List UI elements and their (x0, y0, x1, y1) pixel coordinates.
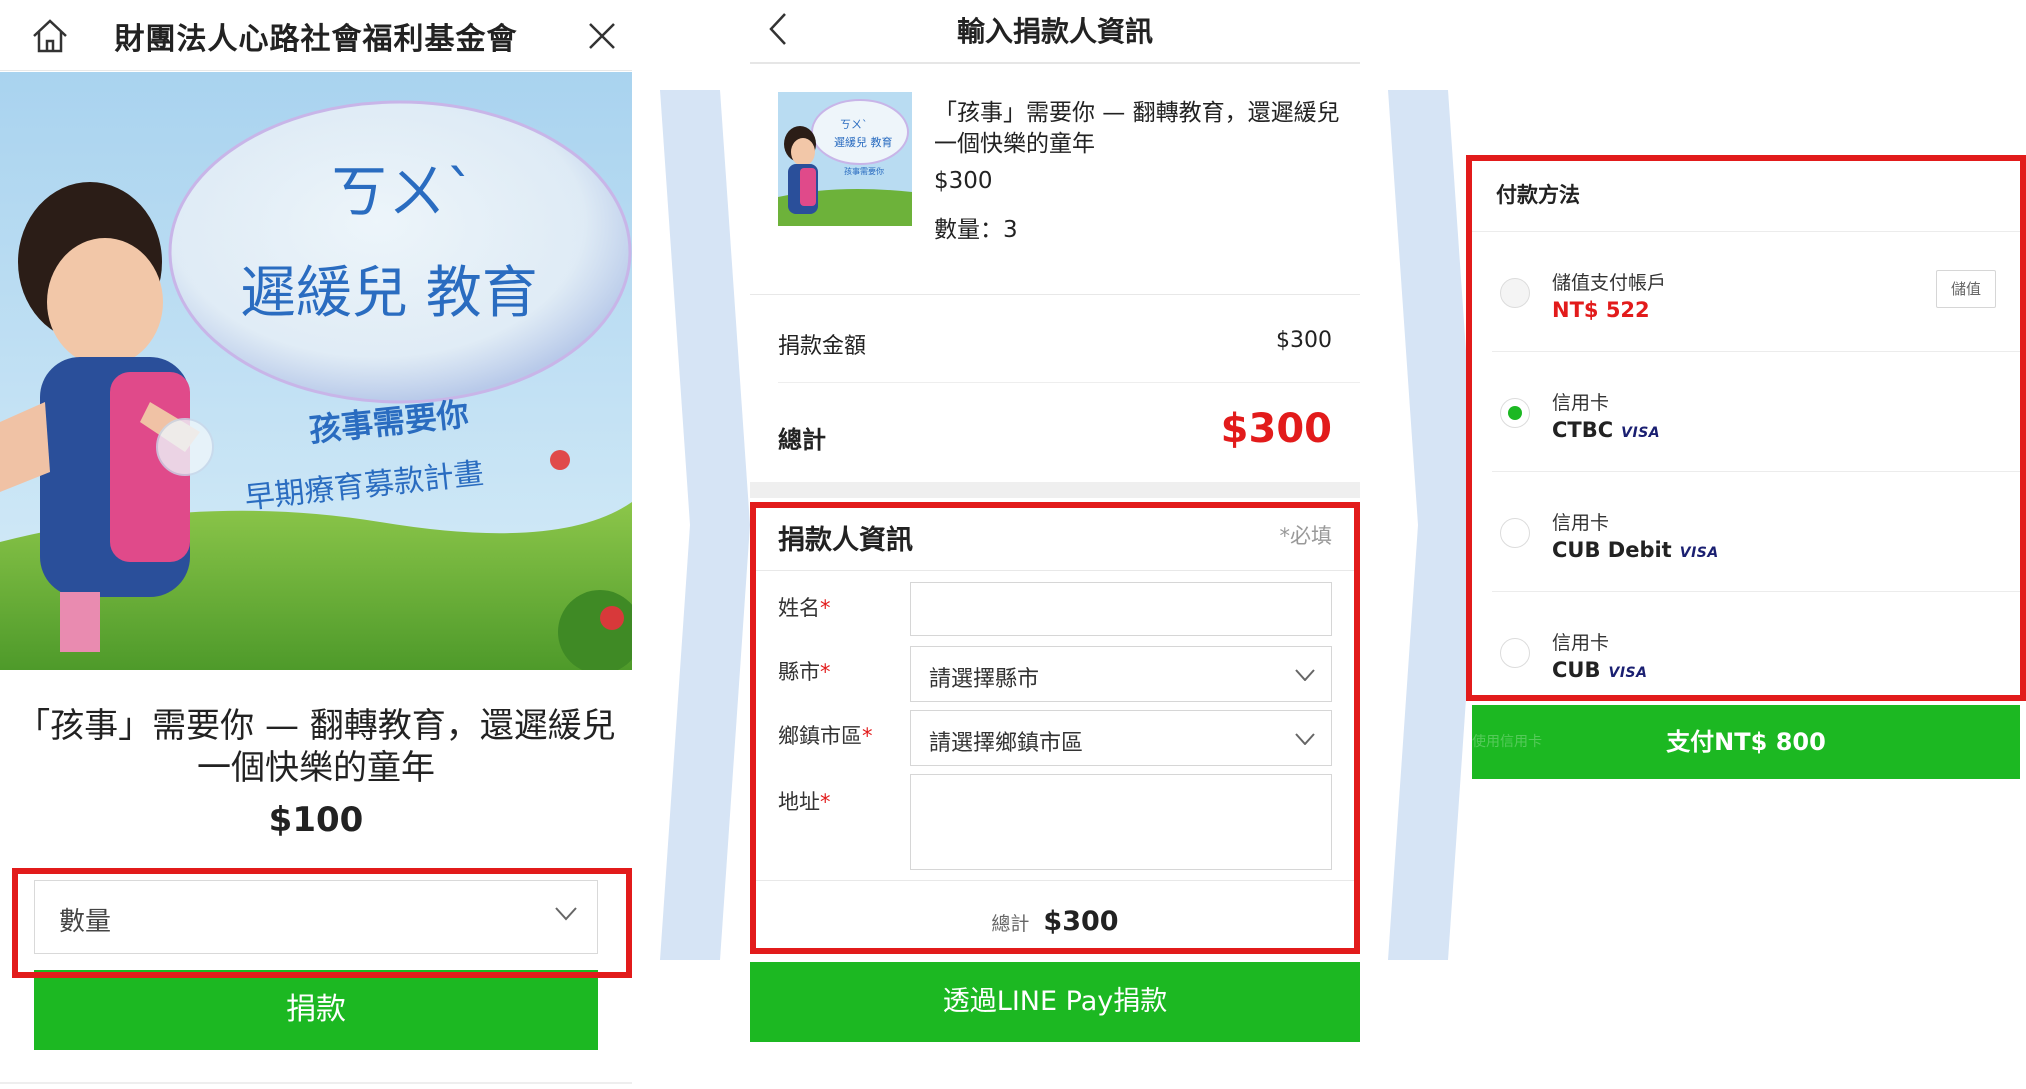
divider (750, 62, 1360, 64)
ghost-label: 使用信用卡 (1472, 734, 1542, 750)
svg-text:遲緩兒 教育: 遲緩兒 教育 (240, 261, 538, 326)
step-arrow (660, 90, 750, 960)
total-label: 總計 (778, 426, 826, 454)
donor-info-screen: 輸入捐款人資訊 ㄎㄨˋ 遲緩兒 教育 孩事需要你 「孩事」需要你 — 翻轉教育，… (750, 0, 1360, 1089)
campaign-banner: ㄎㄨˋ 遲緩兒 教育 孩事需要你 早期療育募款計畫 (0, 72, 632, 670)
product-price: $300 (934, 168, 993, 194)
svg-text:孩事需要你: 孩事需要你 (844, 166, 884, 176)
campaign-price: $100 (268, 800, 364, 840)
divider (750, 294, 1360, 295)
highlight-frame (1466, 155, 2026, 701)
close-icon[interactable] (586, 20, 618, 52)
campaign-title: 「孩事」需要你 — 翻轉教育，還遲緩兒一個快樂的童年 (16, 706, 616, 788)
divider (0, 1082, 632, 1084)
svg-text:ㄎㄨˋ: ㄎㄨˋ (840, 118, 868, 131)
highlight-frame (12, 868, 632, 978)
svg-text:遲緩兒 教育: 遲緩兒 教育 (834, 135, 893, 149)
total-value: $300 (1220, 406, 1332, 452)
banner-bubble-text: ㄎㄨˋ (330, 158, 475, 226)
payment-method-screen: 付款方法 儲值支付帳戶 NT$ 522 儲值 信用卡 CTBC VISA 信用卡 … (1466, 155, 2026, 785)
section-gap (750, 482, 1360, 498)
page-title: 輸入捐款人資訊 (956, 15, 1153, 48)
donate-button[interactable]: 捐款 (34, 970, 598, 1050)
pay-button[interactable]: 使用信用卡 支付NT$ 800 (1472, 705, 2020, 779)
line-pay-donate-button[interactable]: 透過LINE Pay捐款 (750, 962, 1360, 1042)
product-thumbnail: ㄎㄨˋ 遲緩兒 教育 孩事需要你 (778, 92, 912, 226)
amount-label: 捐款金額 (778, 334, 867, 359)
header-bar: 財團法人心路社會福利基金會 (0, 0, 632, 71)
divider (778, 382, 1360, 383)
highlight-frame (750, 502, 1360, 954)
product-name: 「孩事」需要你 — 翻轉教育，還遲緩兒一個快樂的童年 (934, 100, 1340, 157)
step-arrow (1388, 90, 1478, 960)
amount-value: $300 (1276, 328, 1332, 353)
page-title: 財團法人心路社會福利基金會 (114, 22, 518, 57)
campaign-screen: 財團法人心路社會福利基金會 ㄎㄨˋ 遲緩兒 教育 孩事需要你 早期療育募款計畫 … (0, 0, 632, 1089)
product-quantity: 數量：3 (934, 217, 1018, 243)
